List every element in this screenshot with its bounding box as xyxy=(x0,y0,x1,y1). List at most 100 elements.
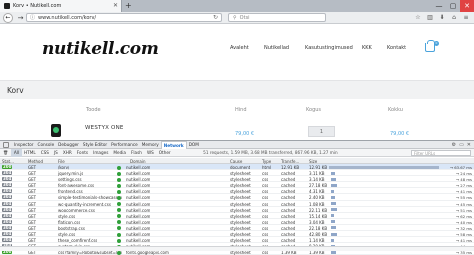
forward-button[interactable]: → xyxy=(15,14,26,22)
site-favicon-icon xyxy=(4,3,10,9)
request-timeline: → 41 ms xyxy=(329,237,474,243)
domain-favicon-icon xyxy=(117,177,121,182)
back-button[interactable]: ← xyxy=(3,12,13,23)
product-price: 79,00 € xyxy=(235,131,255,137)
window-controls: — ▢ ✕ xyxy=(432,0,474,12)
cart-header-quantity: Kogus xyxy=(306,107,322,113)
devtools-panel: Inspector Console Debugger Style Editor … xyxy=(0,140,474,255)
request-status: 304 xyxy=(2,232,13,237)
url-bar[interactable]: ⓘ www.nutikell.com/korv/ ↻ xyxy=(26,13,222,22)
menu-item-kontakt[interactable]: Kontakt xyxy=(387,45,406,51)
request-status: 304 xyxy=(2,207,13,212)
menu-item-kasutustingimused[interactable]: Kasutustingimused xyxy=(305,45,353,51)
domain-favicon-icon xyxy=(117,183,121,188)
devtools-status-bar xyxy=(0,246,474,251)
filter-images[interactable]: Images xyxy=(91,149,111,157)
network-rows: 200 GET/korv/nutikell.com document html 12.9… xyxy=(0,164,474,255)
domain-favicon-icon xyxy=(117,195,121,200)
menu-item-kkk[interactable]: KKK xyxy=(362,45,372,51)
page-content: nutikell.com Avaleht Nutikellad Kasutust… xyxy=(0,25,474,140)
request-status: 304 xyxy=(2,195,13,200)
request-status: 304 xyxy=(2,213,13,218)
filter-urls-input[interactable]: Filter URLs xyxy=(411,149,471,156)
timing-bar xyxy=(331,195,335,199)
request-timeline: → 48 ms xyxy=(329,176,474,182)
timing-bar xyxy=(331,238,334,242)
domain-favicon-icon xyxy=(117,202,121,207)
filter-other[interactable]: Other xyxy=(156,149,173,157)
product-thumbnail[interactable] xyxy=(51,124,61,137)
filter-css[interactable]: CSS xyxy=(38,149,51,157)
network-filter-bar: 🗑 All HTML CSS JS XHR Fonts Images Media… xyxy=(0,148,474,157)
request-status: 304 xyxy=(2,177,13,182)
element-picker-icon[interactable] xyxy=(3,141,9,148)
devtools-tab-console[interactable]: Console xyxy=(36,141,57,149)
devtools-settings-gear-icon[interactable]: ⚙ xyxy=(452,142,456,148)
menu-hamburger-icon[interactable]: ≡ xyxy=(461,14,471,21)
timing-bar xyxy=(331,214,334,218)
maximize-button[interactable]: ▢ xyxy=(446,0,460,12)
bookmark-star-icon[interactable]: ☆ xyxy=(413,14,423,21)
request-timeline: → 32 ms xyxy=(329,225,474,231)
search-bar[interactable]: ⚲ Otsi xyxy=(228,13,326,22)
request-cause: stylesheet xyxy=(230,250,251,255)
devtools-tab-dom[interactable]: DOM xyxy=(187,141,201,149)
request-status: 200 xyxy=(2,165,13,169)
filter-fonts[interactable]: Fonts xyxy=(74,149,90,157)
domain-favicon-icon xyxy=(117,232,121,237)
browser-titlebar: Korv • Nutikell.com ✕ + — ▢ ✕ xyxy=(0,0,474,12)
request-status: 304 xyxy=(2,189,13,194)
devtools-tab-performance[interactable]: Performance xyxy=(109,141,140,149)
devtools-dock-icon[interactable]: ▭ xyxy=(459,142,464,148)
devtools-tab-memory[interactable]: Memory xyxy=(140,141,161,149)
timing-bar xyxy=(331,226,336,230)
cart-header-price: Hind xyxy=(235,107,247,113)
page-title: Korv xyxy=(7,86,24,95)
site-logo[interactable]: nutikell.com xyxy=(42,39,159,59)
home-icon[interactable]: ⌂ xyxy=(449,14,459,21)
network-request-table: Stat... Method File Domain Cause Type Tr… xyxy=(0,158,474,255)
request-method: GET xyxy=(28,250,37,255)
network-summary: 51 requests, 1.59 MB, 3.68 MB transferre… xyxy=(203,150,338,155)
filter-flash[interactable]: Flash xyxy=(128,149,144,157)
cart-header-product: Toode xyxy=(86,107,101,113)
filter-html[interactable]: HTML xyxy=(22,149,39,157)
library-icon[interactable]: ▥ xyxy=(425,14,435,21)
request-timeline: → 40 ms xyxy=(329,219,474,225)
minimize-button[interactable]: — xyxy=(432,0,446,12)
devtools-tab-network[interactable]: Network xyxy=(160,140,187,149)
filter-xhr[interactable]: XHR xyxy=(60,149,74,157)
timing-bar xyxy=(331,177,336,181)
devtools-tab-inspector[interactable]: Inspector xyxy=(12,141,36,149)
filter-all[interactable]: All xyxy=(11,148,22,157)
timing-bar xyxy=(331,250,336,254)
filter-media[interactable]: Media xyxy=(111,149,129,157)
devtools-tab-debugger[interactable]: Debugger xyxy=(56,141,81,149)
tab-close-icon[interactable]: ✕ xyxy=(113,2,118,9)
domain-favicon-icon xyxy=(117,214,121,219)
quantity-stepper[interactable]: 1 xyxy=(308,126,335,137)
timing-bar xyxy=(331,189,334,193)
request-type: css xyxy=(262,250,269,255)
filter-js[interactable]: JS xyxy=(51,149,60,157)
clear-requests-trash-icon[interactable]: 🗑 xyxy=(3,150,8,156)
product-name[interactable]: WESTYX ONE xyxy=(85,125,124,131)
menu-item-avaleht[interactable]: Avaleht xyxy=(230,45,249,51)
reload-icon[interactable]: ↻ xyxy=(213,14,218,21)
new-tab-button[interactable]: + xyxy=(125,0,132,12)
domain-favicon-icon xyxy=(117,226,121,231)
domain-favicon-icon xyxy=(117,208,121,213)
request-timeline: → 24 ms xyxy=(329,170,474,176)
devtools-tab-style-editor[interactable]: Style Editor xyxy=(81,141,109,149)
request-timeline: → 41 ms xyxy=(329,188,474,194)
domain-favicon-icon xyxy=(117,238,121,243)
close-window-button[interactable]: ✕ xyxy=(460,0,474,12)
browser-tab-active[interactable]: Korv • Nutikell.com ✕ xyxy=(0,0,122,12)
download-icon[interactable]: ⬇ xyxy=(437,14,447,21)
filter-ws[interactable]: WS xyxy=(144,149,156,157)
request-time: → 35 ms xyxy=(455,250,472,255)
devtools-close-icon[interactable]: ✕ xyxy=(467,142,471,148)
product-total: 79,00 € xyxy=(390,131,410,137)
info-icon[interactable]: ⓘ xyxy=(30,14,35,21)
menu-item-nutikellad[interactable]: Nutikellad xyxy=(264,45,289,51)
